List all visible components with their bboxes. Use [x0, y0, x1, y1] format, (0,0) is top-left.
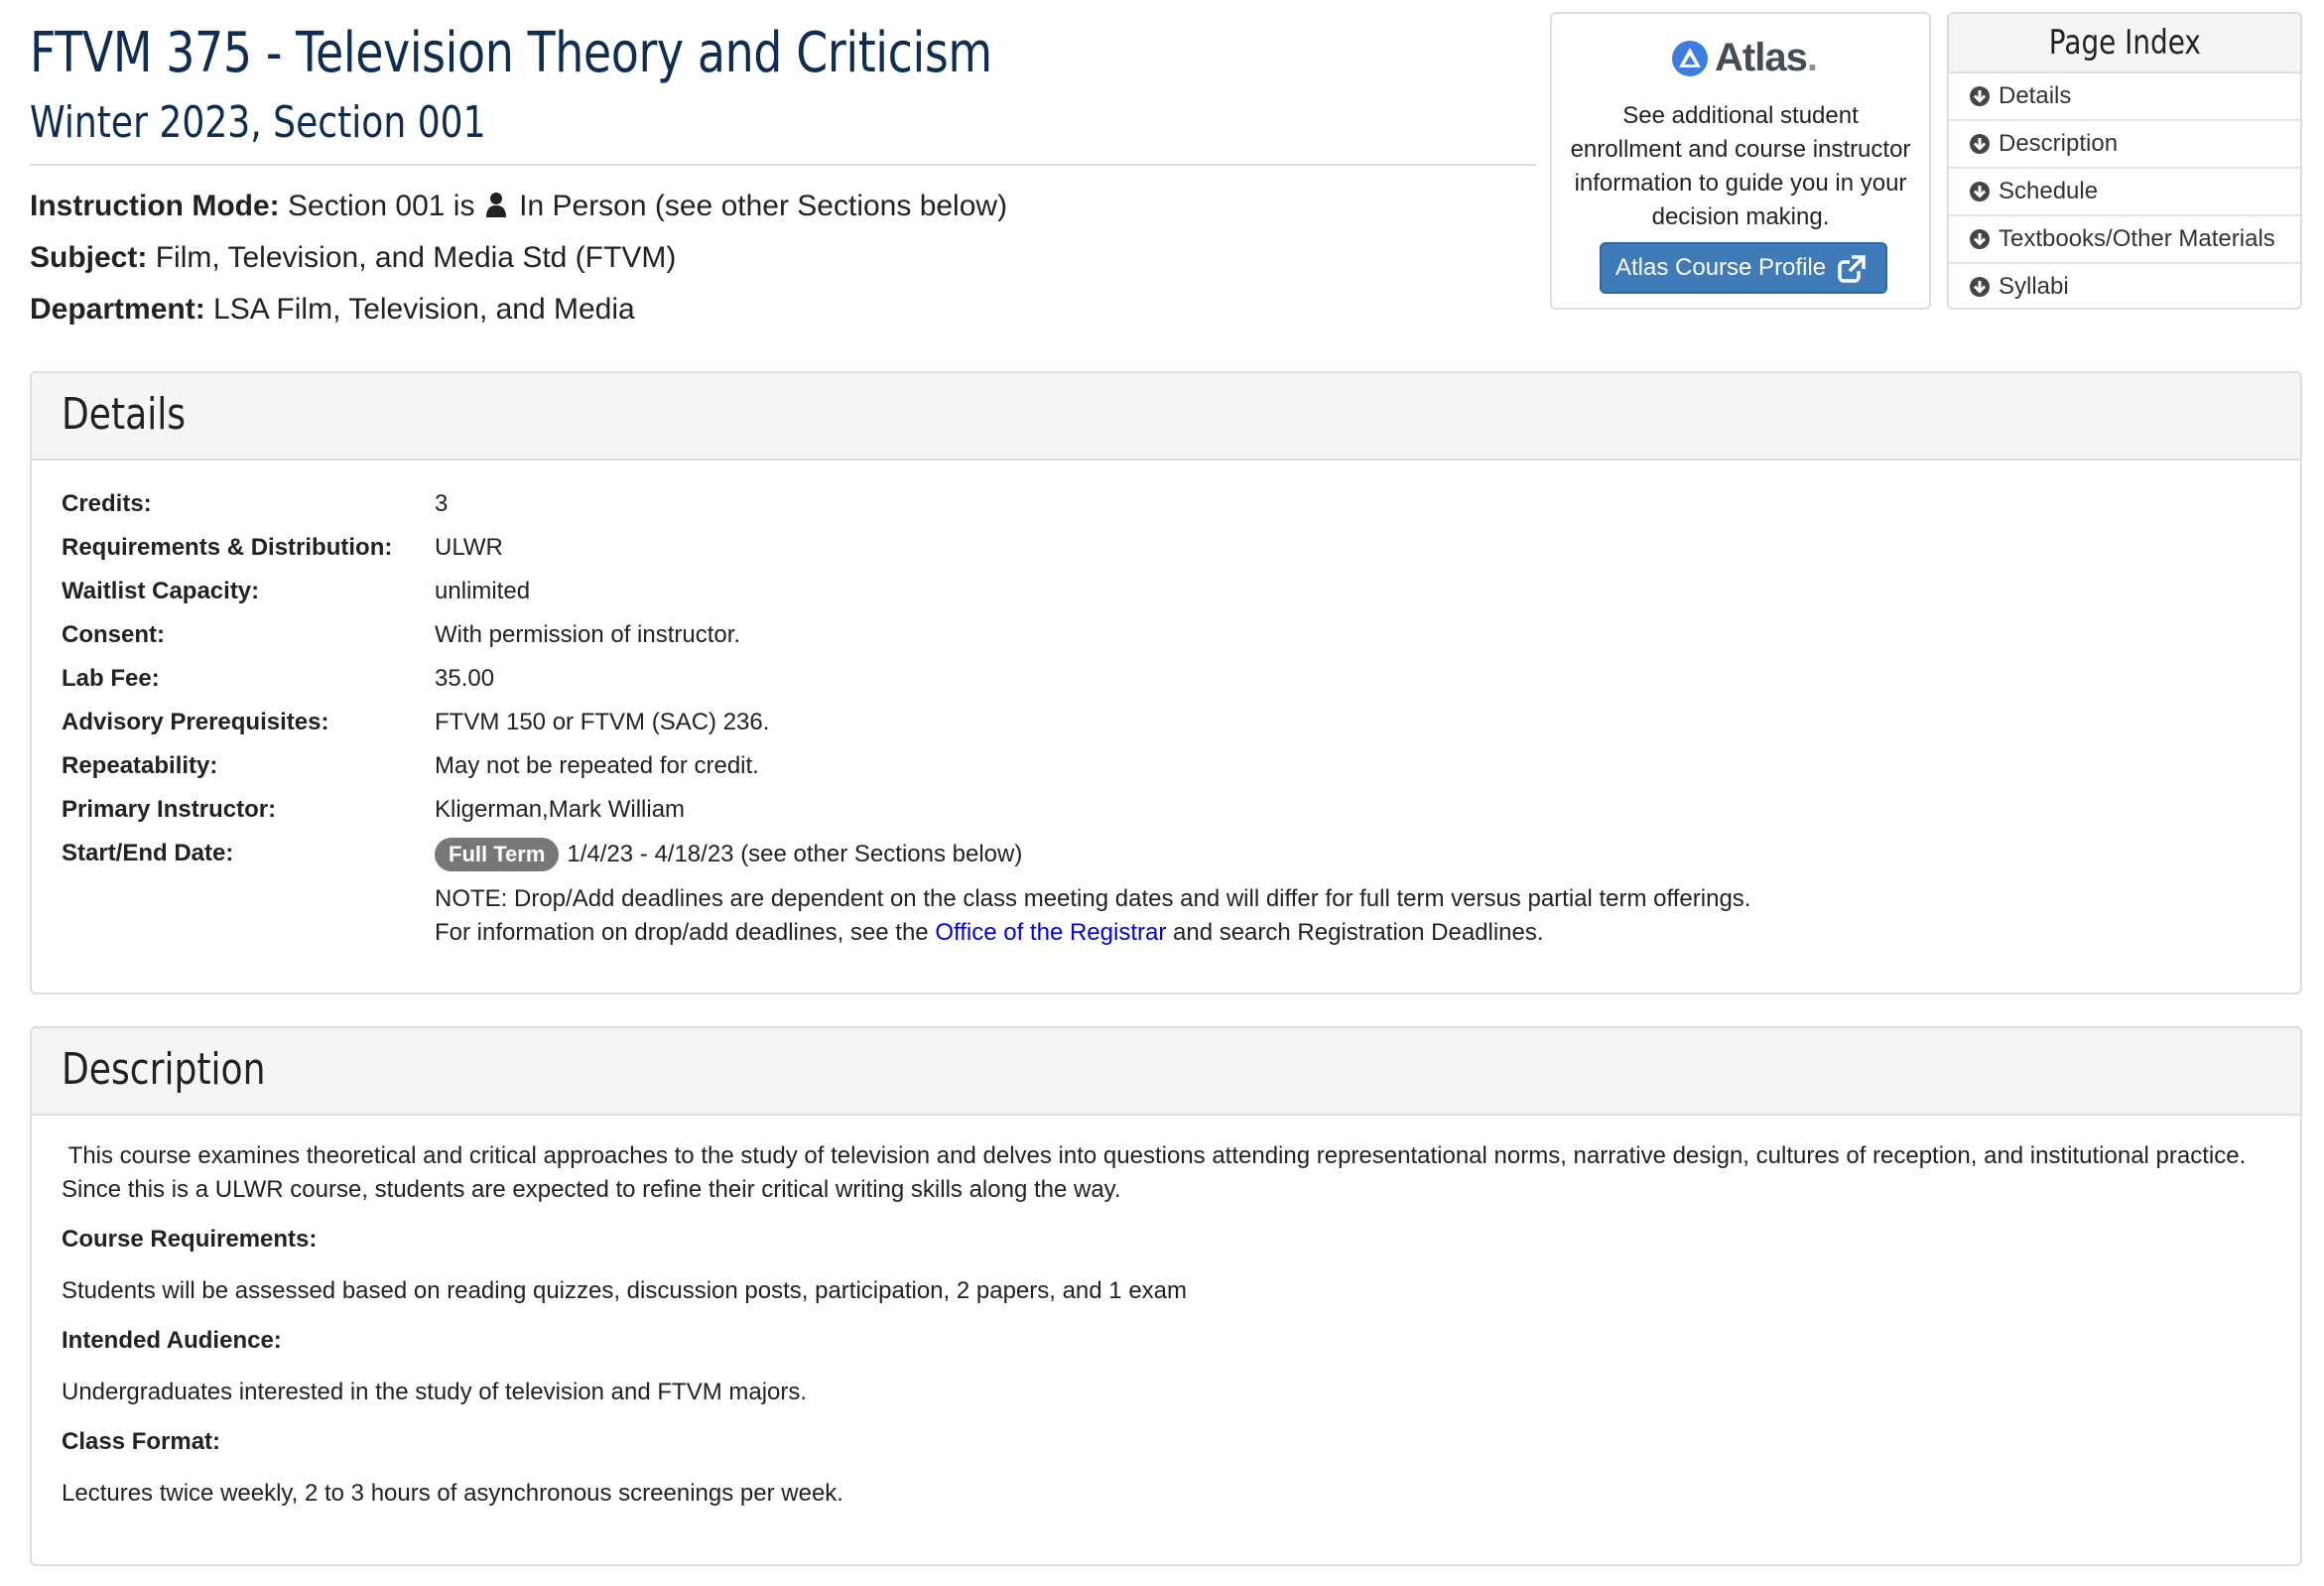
- course-requirements: Students will be assessed based on readi…: [62, 1277, 1187, 1304]
- description-heading: Description: [62, 1044, 266, 1095]
- subject-value: Film, Television, and Media Std (FTVM): [155, 241, 677, 274]
- page-index-item-label: Schedule: [1999, 178, 2099, 204]
- circle-arrow-down-icon: [1970, 86, 1990, 106]
- detail-value: May not be repeated for credit.: [435, 752, 759, 779]
- instruction-mode-prefix: Section 001 is: [288, 190, 475, 222]
- note-line-2: For information on drop/add deadlines, s…: [435, 917, 1544, 949]
- page-index: Page Index Details Description Schedule …: [1947, 12, 2302, 310]
- subject-label: Subject:: [30, 241, 148, 274]
- class-format-label: Class Format:: [62, 1428, 221, 1455]
- class-format: Lectures twice weekly, 2 to 3 hours of a…: [62, 1480, 843, 1507]
- detail-value: unlimited: [435, 578, 531, 604]
- atlas-course-profile-button[interactable]: Atlas Course Profile: [1600, 242, 1887, 294]
- department: Department: LSA Film, Television, and Me…: [30, 290, 635, 330]
- course-requirements-label: Course Requirements:: [62, 1226, 318, 1253]
- circle-arrow-down-icon: [1970, 229, 1990, 249]
- subject: Subject: Film, Television, and Media Std…: [30, 238, 676, 278]
- page-index-item-label: Textbooks/Other Materials: [1999, 225, 2275, 252]
- intended-audience-label: Intended Audience:: [62, 1327, 282, 1354]
- detail-label: Waitlist Capacity:: [62, 578, 260, 604]
- detail-label: Primary Instructor:: [62, 796, 277, 823]
- atlas-logo-text: Atlas: [1715, 36, 1808, 79]
- details-heading: Details: [62, 389, 187, 440]
- note-suffix: and search Registration Deadlines.: [1173, 919, 1544, 946]
- detail-label: Repeatability:: [62, 752, 218, 779]
- page-index-item-label: Details: [1999, 82, 2072, 109]
- details-panel: Details Credits: 3 Requirements & Distri…: [30, 371, 2302, 994]
- detail-value: 35.00: [435, 665, 495, 692]
- details-panel-header: Details: [32, 373, 2300, 461]
- page-index-item-label: Description: [1999, 130, 2119, 157]
- page-index-item-label: Syllabi: [1999, 273, 2069, 300]
- person-icon: [485, 193, 506, 217]
- atlas-logo: Atlas.: [1671, 36, 1818, 80]
- page-index-header: Page Index: [1949, 14, 2300, 73]
- detail-label: Credits:: [62, 490, 152, 517]
- term-badge: Full Term: [435, 838, 560, 871]
- circle-arrow-down-icon: [1970, 182, 1990, 201]
- title-divider: [30, 164, 1536, 166]
- note-line-1: NOTE: Drop/Add deadlines are dependent o…: [435, 885, 1751, 912]
- course-description: This course examines theoretical and cri…: [62, 1142, 2253, 1203]
- detail-value: FTVM 150 or FTVM (SAC) 236.: [435, 709, 770, 735]
- page-index-item-description[interactable]: Description: [1949, 121, 2300, 169]
- instructor-link[interactable]: Kligerman,Mark William: [435, 794, 685, 826]
- page-index-item-textbooks[interactable]: Textbooks/Other Materials: [1949, 216, 2300, 264]
- page-title: FTVM 375 - Television Theory and Critici…: [30, 21, 992, 85]
- instruction-mode-label: Instruction Mode:: [30, 190, 280, 222]
- atlas-panel: Atlas. See additional student enrollment…: [1550, 12, 1931, 310]
- atlas-logo-icon: [1672, 40, 1708, 76]
- atlas-description: See additional student enrollment and co…: [1570, 102, 1911, 230]
- detail-label: Consent:: [62, 621, 165, 648]
- circle-arrow-down-icon: [1970, 277, 1990, 297]
- external-link-icon: [1838, 255, 1866, 283]
- department-value: LSA Film, Television, and Media: [213, 293, 635, 326]
- detail-label: Requirements & Distribution:: [62, 534, 393, 561]
- detail-label: Start/End Date:: [62, 840, 234, 866]
- page-index-item-syllabi[interactable]: Syllabi: [1949, 264, 2300, 308]
- detail-value: ULWR: [435, 534, 503, 561]
- detail-label: Lab Fee:: [62, 665, 160, 692]
- description-panel: Description This course examines theoret…: [30, 1026, 2302, 1566]
- detail-label: Advisory Prerequisites:: [62, 709, 329, 735]
- page-index-item-schedule[interactable]: Schedule: [1949, 169, 2300, 216]
- instruction-mode-value: In Person (see other Sections below): [519, 190, 1008, 222]
- registrar-link[interactable]: Office of the Registrar: [935, 919, 1166, 946]
- intended-audience: Undergraduates interested in the study o…: [62, 1379, 808, 1405]
- note-prefix: For information on drop/add deadlines, s…: [435, 919, 929, 946]
- description-panel-header: Description: [32, 1028, 2300, 1116]
- atlas-logo-dot: .: [1806, 36, 1818, 79]
- atlas-button-label: Atlas Course Profile: [1615, 254, 1827, 281]
- page-index-title: Page Index: [2048, 23, 2201, 63]
- detail-value: 3: [435, 490, 449, 517]
- detail-value: With permission of instructor.: [435, 621, 741, 648]
- department-label: Department:: [30, 293, 205, 326]
- circle-arrow-down-icon: [1970, 134, 1990, 154]
- detail-value-dates: Full Term 1/4/23 - 4/18/23 (see other Sec…: [435, 838, 1022, 871]
- page-subtitle: Winter 2023, Section 001: [30, 97, 486, 148]
- page-index-item-details[interactable]: Details: [1949, 73, 2300, 121]
- date-range: 1/4/23 - 4/18/23 (see other Sections bel…: [567, 841, 1023, 867]
- instruction-mode: Instruction Mode: Section 001 is In Pers…: [30, 187, 1007, 226]
